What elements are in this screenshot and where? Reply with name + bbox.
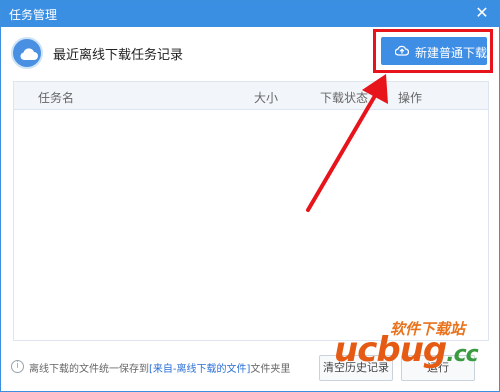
column-header-status[interactable]: 下载状态 <box>320 89 368 106</box>
task-manager-window: 任务管理 ✕ 最近离线下载任务记录 新建普通下载 任务名 大小 下载状态 操作 … <box>0 0 500 392</box>
info-icon: i <box>11 360 24 373</box>
cloud-icon <box>11 37 43 69</box>
title-bar[interactable]: 任务管理 ✕ <box>1 1 499 27</box>
task-list[interactable] <box>13 109 489 341</box>
footer-note-prefix: 离线下载的文件统一保存到 <box>29 364 149 375</box>
footer-note: 离线下载的文件统一保存到[来自-离线下载的文件]文件夹里 <box>29 360 290 375</box>
column-header-actions[interactable]: 操作 <box>398 89 422 106</box>
footer-note-suffix: 文件夹里 <box>250 364 291 375</box>
column-header-size[interactable]: 大小 <box>254 89 278 106</box>
new-download-label: 新建普通下载 <box>415 46 488 60</box>
table-header: 任务名 大小 下载状态 操作 <box>13 81 489 109</box>
footer: i 离线下载的文件统一保存到[来自-离线下载的文件]文件夹里 清空历史记录 运行 <box>1 347 499 391</box>
page-title: 最近离线下载任务记录 <box>53 48 184 63</box>
clear-history-button[interactable]: 清空历史记录 <box>319 355 393 381</box>
column-header-task-name[interactable]: 任务名 <box>38 89 74 106</box>
cloud-upload-icon <box>395 45 409 56</box>
new-download-button[interactable]: 新建普通下载 <box>381 37 487 65</box>
run-button[interactable]: 运行 <box>401 355 475 381</box>
downloads-folder-link[interactable]: [来自-离线下载的文件] <box>149 364 250 375</box>
window-title: 任务管理 <box>9 8 58 22</box>
close-icon[interactable]: ✕ <box>471 2 493 24</box>
